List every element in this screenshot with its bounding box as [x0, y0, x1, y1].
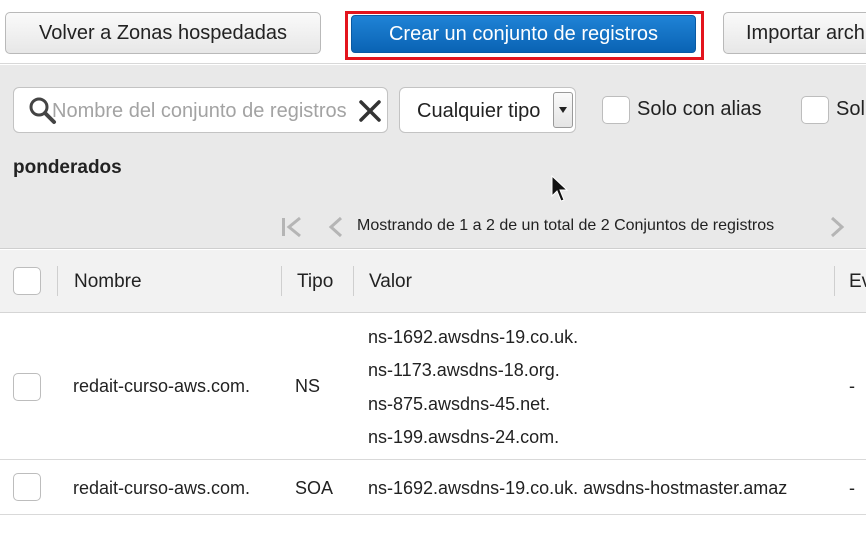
record-value-line: ns-199.awsdns-24.com. — [368, 427, 560, 447]
prev-page-icon[interactable] — [327, 216, 345, 238]
column-separator — [353, 266, 354, 296]
record-type: SOA — [295, 478, 334, 498]
record-set-name-input[interactable] — [52, 97, 346, 125]
filter-panel: Cualquier tipo Solo con alias Sol ponder… — [0, 65, 866, 249]
weighted-only-label-start: Sol — [836, 98, 865, 120]
column-header-name[interactable]: Nombre — [74, 271, 142, 293]
table-row[interactable]: redait-curso-aws.com. NS ns-1692.awsdns-… — [0, 314, 866, 460]
row-checkbox[interactable] — [13, 473, 41, 501]
back-to-hosted-zones-button[interactable]: Volver a Zonas hospedadas — [5, 12, 321, 54]
select-all-checkbox[interactable] — [13, 267, 41, 295]
row-checkbox[interactable] — [13, 373, 41, 401]
chevron-down-icon — [559, 107, 567, 113]
record-value-line: ns-875.awsdns-45.net. — [368, 394, 551, 414]
next-page-icon[interactable] — [828, 216, 846, 238]
column-separator — [281, 266, 282, 296]
column-separator — [57, 266, 58, 296]
record-type-value: Cualquier tipo — [417, 100, 541, 122]
column-header-value[interactable]: Valor — [369, 271, 412, 293]
record-value-line: ns-1692.awsdns-19.co.uk. — [368, 327, 579, 347]
table-header: Nombre Tipo Valor Ev — [0, 250, 866, 313]
first-page-icon[interactable] — [280, 216, 306, 238]
record-type-select[interactable]: Cualquier tipo — [399, 87, 576, 133]
alias-only-checkbox[interactable] — [602, 96, 630, 124]
mouse-cursor-icon — [551, 175, 569, 202]
weighted-only-checkbox[interactable] — [801, 96, 829, 124]
import-zone-file-button[interactable]: Importar arch — [723, 12, 866, 54]
create-record-set-label: Crear un conjunto de registros — [388, 22, 659, 45]
column-header-evaluate[interactable]: Ev — [849, 271, 866, 293]
search-box — [13, 87, 388, 133]
record-name: redait-curso-aws.com. — [73, 478, 251, 498]
column-header-type[interactable]: Tipo — [297, 271, 333, 293]
back-to-hosted-zones-label: Volver a Zonas hospedadas — [39, 21, 287, 44]
create-record-set-button[interactable]: Crear un conjunto de registros — [351, 15, 696, 53]
record-evaluate: - — [849, 478, 855, 498]
pagination-status: Mostrando de 1 a 2 de un total de 2 Conj… — [357, 217, 775, 234]
record-name: redait-curso-aws.com. — [73, 376, 251, 396]
clear-icon[interactable] — [356, 97, 384, 125]
weighted-only-label-end: ponderados — [13, 157, 122, 178]
record-type: NS — [295, 376, 321, 396]
alias-only-label: Solo con alias — [637, 98, 762, 120]
record-value-line: ns-1173.awsdns-18.org. — [368, 360, 560, 380]
record-evaluate: - — [849, 376, 855, 396]
record-value-line: ns-1692.awsdns-19.co.uk. awsdns-hostmast… — [368, 478, 788, 498]
column-separator — [834, 266, 835, 296]
table-row[interactable]: redait-curso-aws.com. SOA ns-1692.awsdns… — [0, 460, 866, 515]
toolbar: Volver a Zonas hospedadas Crear un conju… — [0, 0, 866, 64]
import-zone-file-label: Importar arch — [746, 21, 865, 44]
record-type-dropdown-toggle[interactable] — [553, 92, 573, 128]
